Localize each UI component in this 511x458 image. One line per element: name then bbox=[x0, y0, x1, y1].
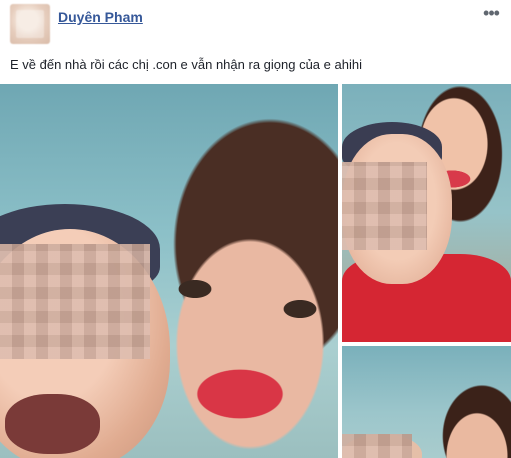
author-name-link[interactable]: Duyên Pham bbox=[58, 9, 143, 25]
pixelated-face-blur bbox=[342, 162, 427, 250]
pixelated-face-blur bbox=[342, 434, 412, 458]
pixelated-face-blur bbox=[0, 244, 150, 359]
child-mouth bbox=[5, 394, 100, 454]
photo-bottom-right[interactable] bbox=[342, 346, 511, 458]
photo-main[interactable] bbox=[0, 84, 338, 458]
post-header: Duyên Pham ••• bbox=[0, 0, 511, 44]
facebook-post: Duyên Pham ••• E về đến nhà rồi các chị … bbox=[0, 0, 511, 458]
more-options-icon[interactable]: ••• bbox=[481, 4, 501, 22]
post-text: E về đến nhà rồi các chị .con e vẫn nhận… bbox=[10, 57, 362, 72]
author-avatar[interactable] bbox=[10, 4, 50, 44]
photo-top-right[interactable] bbox=[342, 84, 511, 342]
photo-grid bbox=[0, 84, 511, 458]
